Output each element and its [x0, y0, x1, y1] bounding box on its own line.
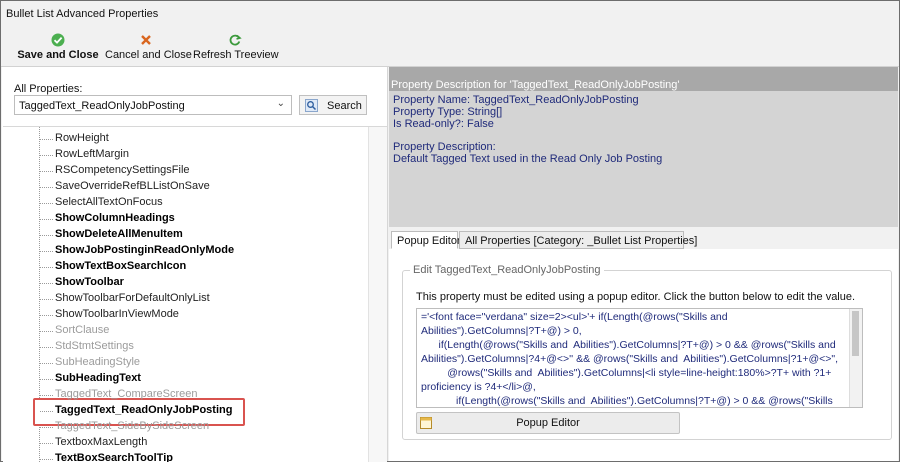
- cancel-x-icon: [141, 35, 151, 45]
- chevron-down-icon[interactable]: ⌄: [277, 98, 285, 109]
- tree-item[interactable]: SaveOverrideRefBLListOnSave: [55, 180, 210, 192]
- tree-item[interactable]: SelectAllTextOnFocus: [55, 196, 163, 208]
- search-icon: [305, 99, 318, 112]
- tree-connector: [40, 331, 53, 332]
- tree-item[interactable]: SortClause: [55, 324, 109, 336]
- tree-item[interactable]: StdStmtSettings: [55, 340, 134, 352]
- tree-item[interactable]: TextBoxSearchToolTip: [55, 452, 173, 462]
- tree-item[interactable]: ShowToolbarInViewMode: [55, 308, 179, 320]
- value-preview-text: ='<font face="verdana" size=2><ul>'+ if(…: [421, 310, 845, 407]
- tree-connector: [40, 315, 53, 316]
- popup-editor-button[interactable]: Popup Editor: [416, 412, 680, 434]
- properties-pane: All Properties: TaggedText_ReadOnlyJobPo…: [2, 67, 388, 462]
- tree-connector: [40, 427, 53, 428]
- title-bar: Bullet List Advanced Properties: [1, 1, 899, 28]
- tree-connector: [40, 235, 53, 236]
- tree-scrollbar[interactable]: [368, 127, 387, 462]
- property-name: Property Name: TaggedText_ReadOnlyJobPos…: [393, 94, 639, 106]
- property-description-value: Default Tagged Text used in the Read Onl…: [393, 153, 663, 165]
- property-readonly: Is Read-only?: False: [393, 118, 494, 130]
- tree-item[interactable]: SubHeadingStyle: [55, 356, 140, 368]
- tree-item[interactable]: RSCompetencySettingsFile: [55, 164, 190, 176]
- tab-strip: Popup Editor All Properties [Category: _…: [389, 229, 898, 250]
- popup-editor-button-label: Popup Editor: [516, 417, 580, 429]
- tree-connector: [40, 395, 53, 396]
- search-label: Search: [327, 100, 362, 112]
- code-line: @rows("Skills and Abilities").GetColumns…: [421, 367, 835, 393]
- tab-all-properties-label: All Properties [Category: _Bullet List P…: [465, 235, 698, 247]
- description-header-text: Property Description for 'TaggedText_Rea…: [391, 79, 680, 91]
- property-type: Property Type: String[]: [393, 106, 503, 118]
- tree-connector: [40, 459, 53, 460]
- tree-connector: [40, 443, 53, 444]
- tree-connector: [40, 171, 53, 172]
- checkmark-icon: [51, 33, 65, 47]
- tree-item[interactable]: TaggedText_CompareScreen: [55, 388, 197, 400]
- tree-connector: [40, 347, 53, 348]
- refresh-treeview-label: Refresh Treeview: [193, 49, 279, 61]
- tree-connector: [40, 267, 53, 268]
- tree-connector: [40, 379, 53, 380]
- all-properties-label: All Properties:: [14, 83, 83, 95]
- property-tree[interactable]: RowHeight RowLeftMargin RSCompetencySettin…: [3, 126, 387, 462]
- detail-pane: Property Description for 'TaggedText_Rea…: [389, 67, 899, 461]
- dialog-window: Bullet List Advanced Properties Save and…: [0, 0, 900, 462]
- refresh-icon: [229, 34, 242, 46]
- tab-popup-editor[interactable]: Popup Editor: [391, 231, 461, 249]
- property-select-value: TaggedText_ReadOnlyJobPosting: [19, 100, 185, 112]
- tree-item[interactable]: TextboxMaxLength: [55, 436, 147, 448]
- tree-item[interactable]: ShowToolbar: [55, 276, 124, 288]
- property-description-panel: Property Description for 'TaggedText_Rea…: [389, 67, 898, 227]
- tree-item[interactable]: ShowTextBoxSearchIcon: [55, 260, 186, 272]
- tree-connector: [40, 139, 53, 140]
- cancel-and-close-button[interactable]: Cancel and Close: [105, 28, 192, 66]
- refresh-treeview-button[interactable]: Refresh Treeview: [193, 28, 279, 66]
- tree-item[interactable]: TaggedText_ReadOnlyJobPosting: [55, 404, 232, 416]
- code-line: ='<font face="verdana" size=2><ul>'+ if(…: [421, 311, 733, 337]
- tree-connector: [40, 187, 53, 188]
- tree-connector: [40, 363, 53, 364]
- save-and-close-label: Save and Close: [17, 49, 99, 61]
- tab-all-properties[interactable]: All Properties [Category: _Bullet List P…: [459, 231, 697, 249]
- tree-item[interactable]: ShowJobPostinginReadOnlyMode: [55, 244, 234, 256]
- tree-connector: [40, 155, 53, 156]
- edit-group-title: Edit TaggedText_ReadOnlyJobPosting: [410, 264, 604, 276]
- property-select[interactable]: TaggedText_ReadOnlyJobPosting ⌄: [14, 95, 292, 115]
- popup-editor-panel: Edit TaggedText_ReadOnlyJobPosting This …: [389, 249, 898, 461]
- tree-item[interactable]: RowLeftMargin: [55, 148, 129, 160]
- value-preview-box[interactable]: ='<font face="verdana" size=2><ul>'+ if(…: [416, 308, 863, 408]
- tree-connector: [40, 203, 53, 204]
- tree-connector: [40, 283, 53, 284]
- description-header: Property Description for 'TaggedText_Rea…: [389, 67, 898, 91]
- search-button[interactable]: Search: [299, 95, 367, 115]
- tree-connector: [40, 411, 53, 412]
- editor-note: This property must be edited using a pop…: [416, 291, 856, 303]
- tree-item[interactable]: SubHeadingText: [55, 372, 141, 384]
- tree-connector: [40, 219, 53, 220]
- save-and-close-button[interactable]: Save and Close: [15, 28, 101, 66]
- property-description-label: Property Description:: [393, 141, 496, 153]
- toolbar: Save and Close Cancel and Close Refresh …: [1, 28, 899, 67]
- tree-item[interactable]: ShowColumnHeadings: [55, 212, 175, 224]
- preview-scrollbar-thumb[interactable]: [852, 311, 859, 356]
- code-line: if(Length(@rows("Skills and Abilities").…: [456, 395, 833, 407]
- tree-item[interactable]: ShowToolbarForDefaultOnlyList: [55, 292, 210, 304]
- window-title: Bullet List Advanced Properties: [6, 8, 159, 20]
- tree-item[interactable]: ShowDeleteAllMenuItem: [55, 228, 183, 240]
- preview-scrollbar[interactable]: [849, 309, 862, 407]
- tree-item[interactable]: TaggedText_SideBySideScreen: [55, 420, 209, 432]
- tree-connector: [40, 251, 53, 252]
- code-line: if(Length(@rows("Skills and Abilities").…: [421, 339, 839, 365]
- cancel-and-close-label: Cancel and Close: [105, 49, 192, 61]
- edit-group: Edit TaggedText_ReadOnlyJobPosting This …: [402, 264, 892, 440]
- tab-popup-editor-label: Popup Editor: [397, 235, 461, 247]
- tree-connector: [40, 299, 53, 300]
- tree-item[interactable]: RowHeight: [55, 132, 109, 144]
